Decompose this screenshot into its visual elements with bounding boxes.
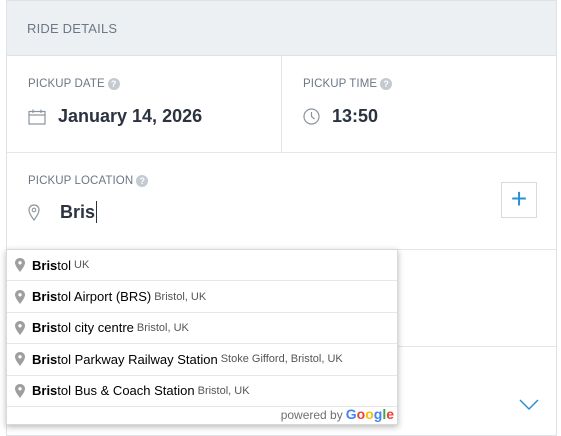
suggestion-secondary: Bristol, UK: [197, 384, 250, 397]
pickup-date-label: PICKUP DATE ?: [28, 78, 120, 90]
map-pin-icon: [28, 203, 40, 221]
pickup-location-label-text: PICKUP LOCATION: [28, 175, 134, 187]
suggestion-main: tol Bus & Coach Station: [57, 383, 195, 399]
suggestion-item[interactable]: Bris tol Airport (BRS) Bristol, UK: [7, 281, 397, 313]
google-logo-letter: e: [386, 406, 394, 422]
suggestion-secondary: Stoke Gifford, Bristol, UK: [220, 353, 343, 366]
suggestion-main: tol: [57, 257, 72, 273]
google-logo: Google: [346, 406, 394, 422]
map-pin-icon: [15, 383, 25, 398]
section-header: RIDE DETAILS: [7, 1, 556, 56]
pickup-location-input[interactable]: Bris: [28, 201, 98, 223]
help-icon[interactable]: ?: [107, 78, 120, 90]
suggestion-item[interactable]: Bris tol Bus & Coach Station Bristol, UK: [7, 376, 397, 407]
help-icon[interactable]: ?: [380, 78, 393, 90]
map-pin-icon: [15, 258, 25, 273]
google-logo-letter: o: [356, 406, 366, 422]
powered-by-text: powered by: [280, 408, 343, 422]
calendar-icon: [28, 109, 46, 125]
suggestion-secondary: Bristol, UK: [154, 290, 207, 303]
map-pin-icon: [15, 352, 25, 367]
suggestion-match: Bris: [32, 351, 58, 367]
suggestion-item[interactable]: Bris tol city centre Bristol, UK: [7, 313, 397, 345]
suggestion-main: tol Airport (BRS): [57, 289, 152, 305]
suggestion-item[interactable]: Bris tol Parkway Railway Station Stoke Gif…: [7, 344, 397, 376]
pickup-date-label-text: PICKUP DATE: [28, 78, 105, 90]
suggestion-secondary: UK: [74, 259, 90, 272]
suggestion-main: tol city centre: [57, 320, 134, 336]
pickup-date-field[interactable]: PICKUP DATE ? January 14, 2026: [7, 56, 282, 153]
pickup-time-value[interactable]: 13:50: [303, 106, 378, 127]
suggestion-match: Bris: [32, 257, 58, 273]
google-logo-letter: G: [345, 406, 357, 422]
suggestion-match: Bris: [32, 289, 58, 305]
autocomplete-dropdown: Bris tol UK Bris tol Airport (BRS) Bristol, …: [6, 249, 398, 425]
suggestion-match: Bris: [32, 383, 58, 399]
map-pin-icon: [15, 289, 25, 304]
pickup-location-row: PICKUP LOCATION ? Bris +: [7, 153, 556, 250]
suggestion-item[interactable]: Bris tol UK: [7, 250, 397, 282]
suggestion-match: Bris: [32, 320, 58, 336]
clock-icon: [303, 108, 320, 125]
powered-by-google: powered by Google: [281, 406, 394, 422]
pickup-time-field[interactable]: PICKUP TIME ? 13:50: [282, 56, 556, 153]
suggestion-secondary: Bristol, UK: [136, 321, 189, 334]
pickup-date-value[interactable]: January 14, 2026: [28, 106, 202, 127]
pickup-date-text: January 14, 2026: [58, 106, 203, 126]
help-icon[interactable]: ?: [136, 175, 149, 187]
pickup-time-label-text: PICKUP TIME: [303, 78, 378, 90]
add-stop-button[interactable]: +: [501, 182, 537, 218]
date-time-row: PICKUP DATE ? January 14, 2026 PICKUP TI…: [7, 56, 556, 153]
pickup-location-label: PICKUP LOCATION ?: [28, 175, 149, 187]
suggestion-main: tol Parkway Railway Station: [57, 351, 218, 367]
pickup-location-text: Bris: [60, 201, 98, 223]
chevron-down-icon[interactable]: [519, 399, 539, 411]
section-title: RIDE DETAILS: [27, 20, 118, 36]
pickup-time-label: PICKUP TIME ?: [303, 78, 393, 90]
google-logo-letter: o: [365, 406, 374, 422]
pickup-time-text: 13:50: [332, 106, 379, 126]
map-pin-icon: [15, 320, 25, 335]
